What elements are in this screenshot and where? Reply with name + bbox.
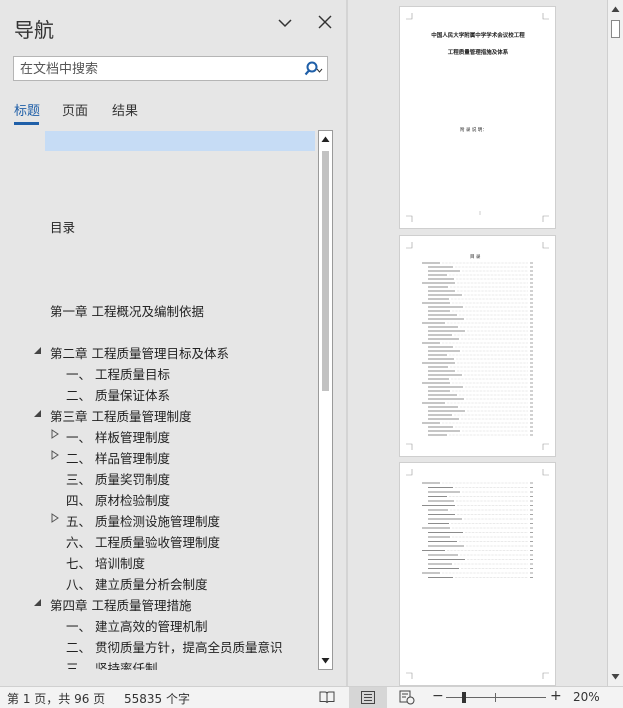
document-scroll-thumb[interactable] [611,20,620,38]
heading-outline: 目录 第一章 工程概况及编制依据 第二章 工程质量管理目标及体系 一、 工程质量目标二… [0,130,318,670]
outline-item[interactable]: 七、 培训制度 [66,553,145,572]
outline-item[interactable]: 一、 工程质量目标 [66,364,170,383]
tab-results[interactable]: 结果 [112,100,138,119]
expanded-triangle-icon[interactable] [32,597,42,607]
collapsed-triangle-icon[interactable] [50,450,60,460]
chevron-down-icon[interactable] [276,14,294,32]
document-scrollbar[interactable] [607,0,623,686]
outline-item[interactable]: 五、 质量检测设施管理制度 [66,511,220,530]
tab-headings[interactable]: 标题 [14,100,40,119]
collapsed-triangle-icon[interactable] [50,513,60,523]
outline-item[interactable]: 第一章 工程概况及编制依据 [50,301,204,320]
outline-item[interactable]: 八、 建立质量分析会制度 [66,574,207,593]
outline-item[interactable]: 六、 工程质量验收管理制度 [66,532,220,551]
zoom-out-button[interactable]: − [432,688,444,704]
page2-toc-lines [406,242,549,450]
zoom-level[interactable]: 20% [573,690,600,704]
outline-item[interactable]: 目录 [50,217,75,236]
search-input[interactable] [20,60,300,78]
outline-item[interactable]: 三、 质量奖罚制度 [66,469,170,488]
status-bar: 第 1 页，共 96 页 55835 个字 − + 20% [0,686,623,708]
outline-item[interactable]: 第四章 工程质量管理措施 [50,595,191,614]
zoom-slider-center-mark [495,693,496,702]
navigation-pane: 导航 标题 页面 结果 目录第一章 工程概况及编制依据第二章 工程质量管理目标及… [0,0,338,686]
outline-item[interactable]: 二、 贯彻质量方针，提高全员质量意识 [66,637,282,656]
close-icon[interactable] [317,14,333,30]
outline-item[interactable]: 三、 坚持率仟制 [66,658,157,670]
web-layout-icon[interactable] [399,690,415,705]
outline-scroll-thumb[interactable] [322,151,329,391]
page-thumbnail-1[interactable]: 中国人民大学附属中学学术会议校工程 工程质量管理措施及体系 附 录 说 明： [400,7,555,228]
page-thumbnail-2[interactable]: 目 录 [400,236,555,456]
outline-item[interactable]: 四、 原材检验制度 [66,490,170,509]
word-count[interactable]: 55835 个字 [124,690,190,707]
outline-item[interactable]: 二、 质量保证体系 [66,385,170,404]
scroll-down-icon[interactable] [321,656,330,665]
page-corner-marks [406,13,549,222]
outline-item[interactable]: 第二章 工程质量管理目标及体系 [50,343,229,362]
zoom-slider-thumb[interactable] [461,692,466,703]
outline-item[interactable]: 第三章 工程质量管理制度 [50,406,191,425]
expanded-triangle-icon[interactable] [32,345,42,355]
outline-scrollbar[interactable] [318,130,333,670]
search-box [13,56,328,81]
pane-divider[interactable] [346,0,348,686]
outline-item[interactable]: 一、 样板管理制度 [66,427,170,446]
zoom-in-button[interactable]: + [550,688,562,704]
print-layout-button[interactable] [349,687,387,708]
tab-pages[interactable]: 页面 [62,100,88,119]
page-thumbnail-3[interactable] [400,463,555,685]
page3-toc-lines [406,469,549,679]
page-thumbnails: 中国人民大学附属中学学术会议校工程 工程质量管理措施及体系 附 录 说 明： 目… [350,0,606,686]
search-icon[interactable] [303,60,323,78]
page-count[interactable]: 第 1 页，共 96 页 [7,690,105,707]
scroll-up-icon[interactable] [321,135,330,144]
expanded-triangle-icon[interactable] [32,408,42,418]
read-mode-icon[interactable] [319,690,335,704]
collapsed-triangle-icon[interactable] [50,429,60,439]
nav-title: 导航 [14,18,54,42]
scroll-down-icon[interactable] [611,672,620,681]
print-layout-icon [361,691,375,704]
outline-item[interactable]: 一、 建立高效的管理机制 [66,616,207,635]
selected-heading-highlight[interactable] [45,131,315,151]
active-tab-indicator [14,122,39,125]
scroll-up-icon[interactable] [611,5,620,14]
outline-item[interactable]: 二、 样品管理制度 [66,448,170,467]
